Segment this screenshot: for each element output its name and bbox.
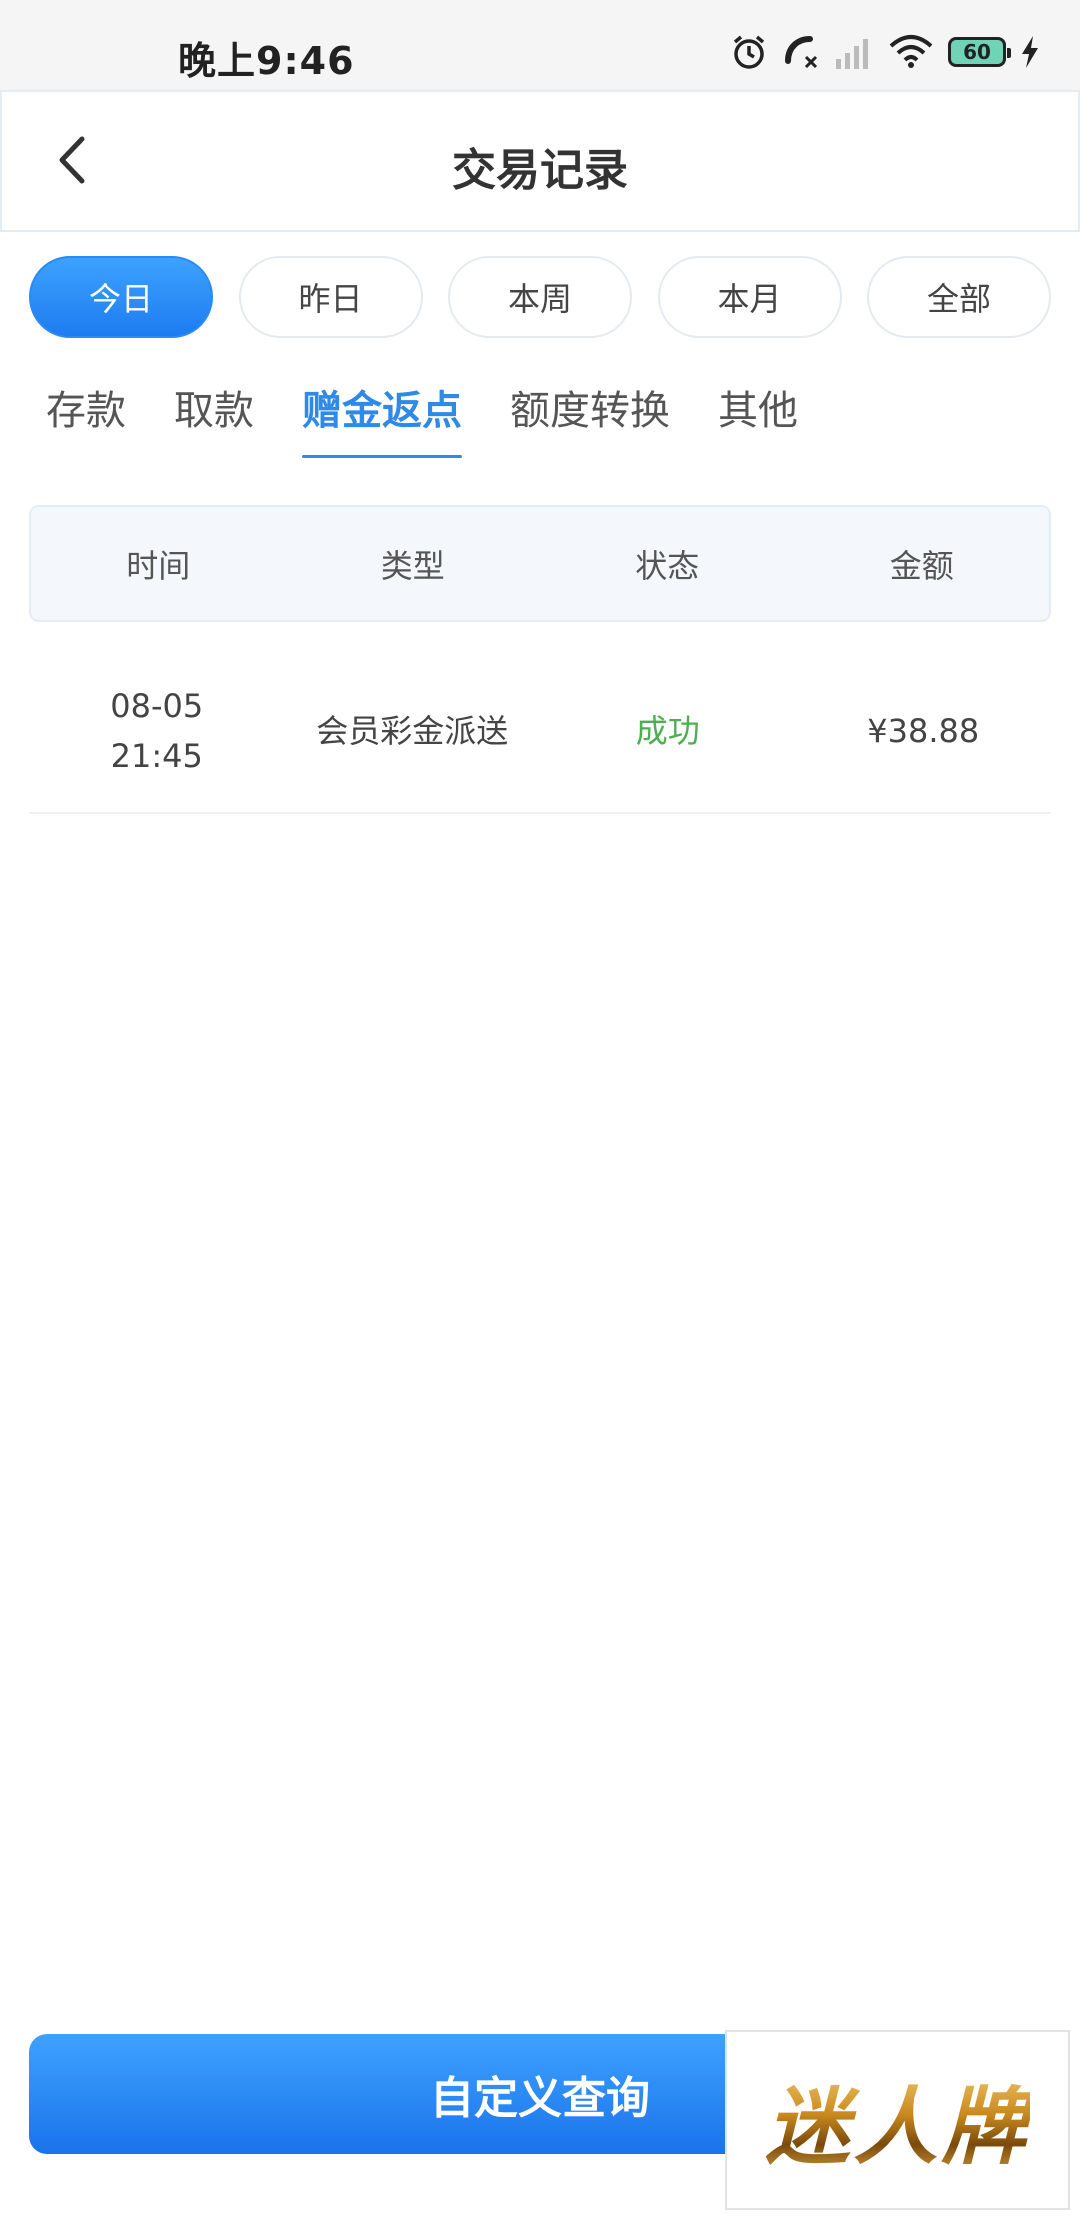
column-header-amount: 金额 [889,546,954,585]
category-tabs: 存款 取款 赠金返点 额度转换 其他 [46,378,846,458]
date-filter-bar: 今日 昨日 本周 本月 全部 [29,256,1051,340]
filter-today[interactable]: 今日 [29,256,213,338]
charging-icon [1020,35,1040,69]
tab-deposit[interactable]: 存款 [46,378,126,458]
alarm-icon [730,33,768,71]
tab-withdrawal[interactable]: 取款 [174,378,254,458]
table-row[interactable]: 08-05 21:45 会员彩金派送 成功 ¥38.88 [29,650,1051,814]
tab-bonus-rebate[interactable]: 赠金返点 [302,378,462,458]
table-header: 时间 类型 状态 金额 [29,505,1051,622]
cell-date: 08-05 [110,687,204,725]
cell-amount: ¥38.88 [867,712,980,750]
watermark-logo-text: 迷人牌 [765,2060,1029,2181]
tab-other[interactable]: 其他 [718,378,798,458]
battery-icon: 60 [948,37,1011,67]
column-header-status: 状态 [635,546,700,585]
signal-icon [834,35,874,69]
cell-time: 08-05 21:45 [29,681,285,781]
filter-all[interactable]: 全部 [867,256,1051,338]
status-icons: 60 [730,34,1040,70]
missed-call-icon [782,33,820,71]
filter-this-week[interactable]: 本周 [448,256,632,338]
cell-status: 成功 [635,712,700,750]
column-header-time: 时间 [126,546,191,585]
cell-clock: 21:45 [110,737,203,775]
filter-this-month[interactable]: 本月 [657,256,842,338]
tab-credit-transfer[interactable]: 额度转换 [510,378,670,458]
status-bar: 晚上9:46 60 [0,0,1080,90]
header: 交易记录 [0,90,1080,232]
page-title: 交易记录 [452,145,628,196]
filter-yesterday[interactable]: 昨日 [238,256,423,338]
wifi-icon [888,34,934,70]
watermark-logo: 迷人牌 [725,2030,1070,2210]
cell-type: 会员彩金派送 [316,712,509,750]
column-header-type: 类型 [380,546,445,585]
status-time: 晚上9:46 [178,39,355,83]
